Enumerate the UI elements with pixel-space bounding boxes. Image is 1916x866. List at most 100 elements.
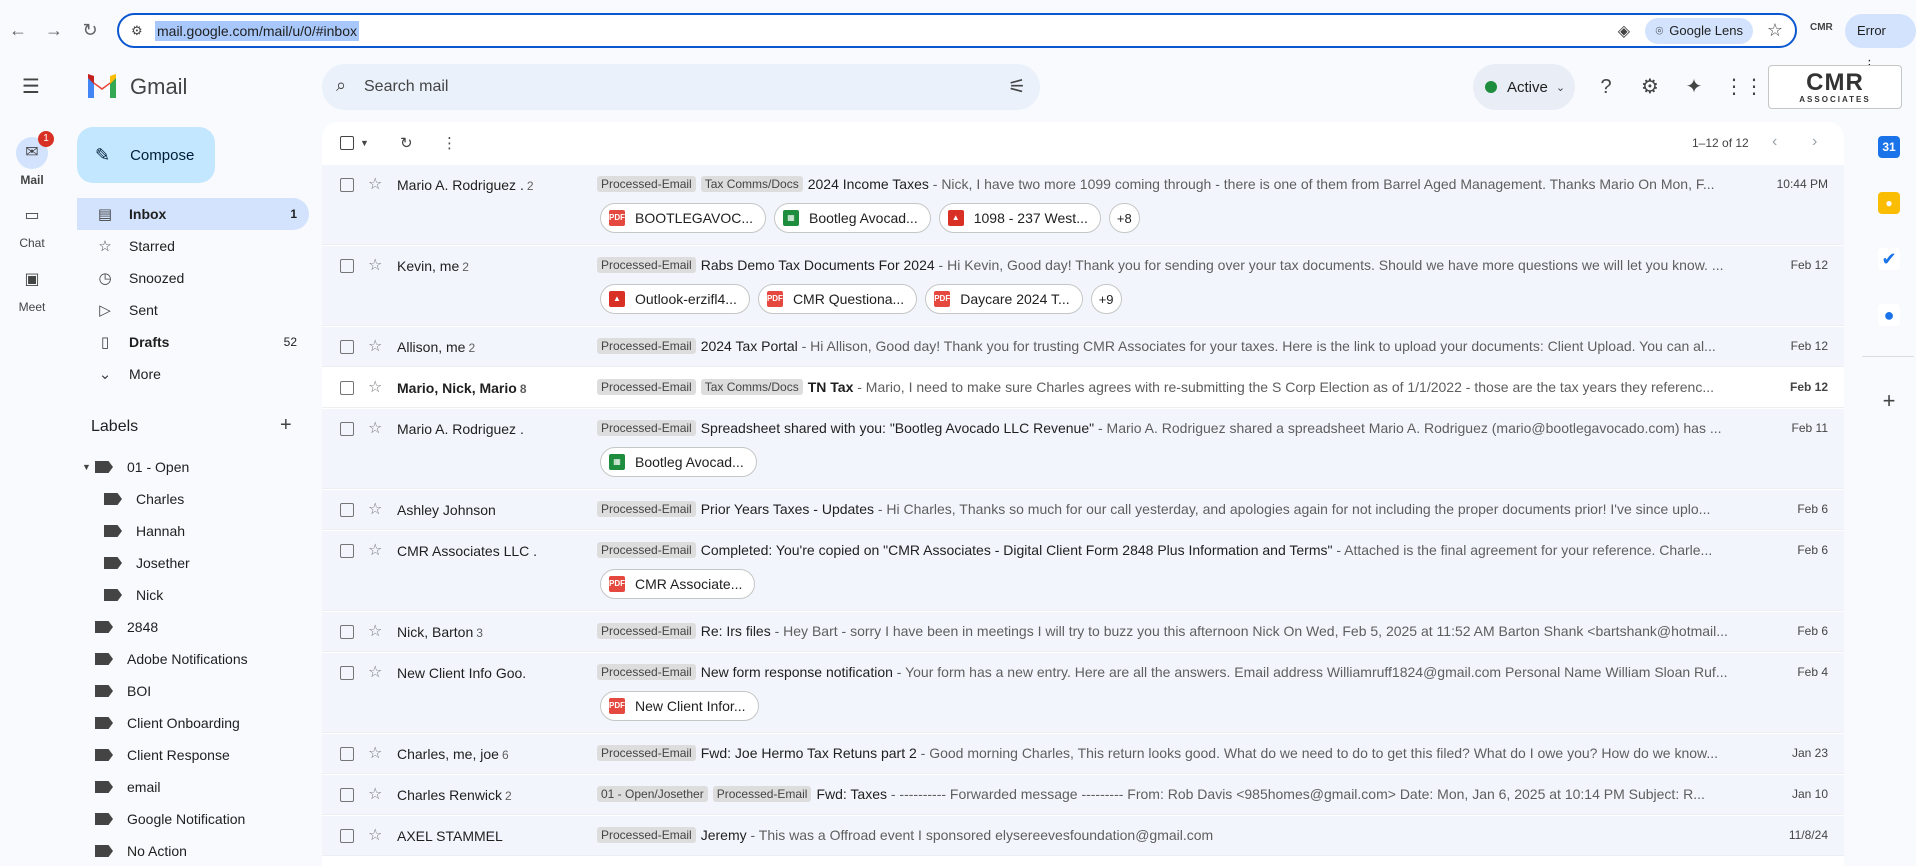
gemini-sparkle-icon[interactable]: ✦ [1681,74,1707,100]
attachment-chip[interactable]: ▲ Outlook-erzifl4... [600,284,750,314]
account-brand-logo[interactable]: CMR ASSOCIATES [1768,65,1902,109]
email-checkbox[interactable] [340,544,354,558]
compose-button[interactable]: ✎ Compose [77,127,215,183]
label-adobe-notifications[interactable]: Adobe Notifications [95,643,248,675]
attachment-chip[interactable]: PDF Daycare 2024 T... [925,284,1083,314]
email-label-badge[interactable]: Tax Comms/Docs [700,176,803,192]
older-page-icon[interactable]: › [1812,133,1817,151]
nav-drafts[interactable]: ▯ Drafts 52 [77,326,309,358]
profile-extension-logo[interactable]: CMR [1810,22,1833,33]
nav-sent[interactable]: ▷ Sent [77,294,309,326]
star-icon[interactable]: ☆ [368,377,382,397]
email-checkbox[interactable] [340,259,354,273]
email-summary[interactable]: Processed-Email Tax Comms/Docs 2024 Income… [597,176,1737,192]
search-options-icon[interactable]: ⚟ [1008,74,1026,99]
label-nick[interactable]: Nick [104,579,163,611]
label-no-action[interactable]: No Action [95,835,187,866]
address-bar[interactable]: ⚙ mail.google.com/mail/u/0/#inbox ◈ ⌾ Go… [117,13,1797,48]
more-actions-icon[interactable]: ⋮ [442,134,457,152]
nav-more[interactable]: ⌄ More [77,358,309,390]
email-checkbox[interactable] [340,178,354,192]
email-label-badge[interactable]: Processed-Email [597,501,696,517]
attachment-chip[interactable]: PDF CMR Questiona... [757,284,918,314]
refresh-icon[interactable]: ↻ [400,134,413,152]
attachment-chip[interactable]: PDF CMR Associate... [600,569,756,599]
email-label-badge[interactable]: Processed-Email [597,338,696,354]
label-email[interactable]: email [95,771,160,803]
label-client-onboarding[interactable]: Client Onboarding [95,707,240,739]
attachment-chip[interactable]: ▦ Bootleg Avocad... [774,203,931,233]
rail-chat[interactable]: ▭ Chat [8,200,56,250]
attachment-chip[interactable]: ▲ 1098 - 237 West... [938,203,1101,233]
email-summary[interactable]: 01 - Open/Josether Processed-Email Fwd: Ta… [597,786,1737,802]
eye-icon[interactable]: ◈ [1618,21,1630,41]
label-hannah[interactable]: Hannah [104,515,185,547]
email-label-badge[interactable]: Processed-Email [597,542,696,558]
newer-page-icon[interactable]: ‹ [1772,133,1777,151]
email-checkbox[interactable] [340,666,354,680]
rail-mail[interactable]: ✉ 1 Mail [8,131,56,187]
back-icon[interactable]: ← [6,18,30,42]
main-menu-icon[interactable]: ☰ [18,74,44,100]
google-lens-button[interactable]: ⌾ Google Lens [1645,18,1753,44]
label-charles[interactable]: Charles [104,483,184,515]
email-summary[interactable]: Processed-Email Prior Years Taxes - Updat… [597,501,1737,517]
select-all-checkbox[interactable] [340,136,354,150]
email-label-badge[interactable]: Processed-Email [597,664,696,680]
search-icon[interactable]: ⌕ [336,75,346,96]
email-label-badge[interactable]: Processed-Email [597,379,696,395]
select-menu-caret-icon[interactable]: ▼ [360,138,369,148]
contacts-icon[interactable]: ● [1878,304,1900,326]
email-row[interactable]: ☆ Mario A. Rodriguez . 2 Processed-Email Tax… [322,165,1844,245]
keep-icon[interactable]: ● [1878,192,1900,214]
email-checkbox[interactable] [340,422,354,436]
email-row[interactable]: ☆ Ashley Johnson Processed-Email Prior Year… [322,490,1844,530]
star-icon[interactable]: ☆ [368,621,382,641]
email-summary[interactable]: Processed-Email Rabs Demo Tax Documents F… [597,257,1737,273]
label-client-response[interactable]: Client Response [95,739,230,771]
attachment-chip[interactable]: PDF New Client Infor... [600,691,759,721]
url-text[interactable]: mail.google.com/mail/u/0/#inbox [155,21,359,41]
star-icon[interactable]: ☆ [368,825,382,845]
star-icon[interactable]: ☆ [368,540,382,560]
status-button[interactable]: Active ⌄ [1473,64,1575,110]
nav-snoozed[interactable]: ◷ Snoozed [77,262,309,294]
calendar-icon[interactable]: 31 [1878,136,1900,158]
star-icon[interactable]: ☆ [368,418,382,438]
bookmark-star-icon[interactable]: ☆ [1767,20,1783,41]
email-checkbox[interactable] [340,381,354,395]
email-summary[interactable]: Processed-Email New form response notific… [597,664,1737,680]
star-icon[interactable]: ☆ [368,784,382,804]
email-checkbox[interactable] [340,625,354,639]
email-row[interactable]: ☆ Kevin, me 2 Processed-Email Rabs Demo Tax … [322,246,1844,326]
star-icon[interactable]: ☆ [368,336,382,356]
email-summary[interactable]: Processed-Email Jeremy - This was a Offro… [597,827,1737,843]
email-label-badge[interactable]: Tax Comms/Docs [700,379,803,395]
star-icon[interactable]: ☆ [368,499,382,519]
error-button[interactable]: Error ⋮ [1845,14,1916,72]
more-attachments-chip[interactable]: +9 [1090,284,1122,314]
email-checkbox[interactable] [340,340,354,354]
email-label-badge[interactable]: Processed-Email [712,786,812,802]
email-row[interactable]: ☆ Mario A. Rodriguez . Processed-Email Spre… [322,409,1844,489]
email-row[interactable]: ☆ Charles Renwick 2 01 - Open/Josether Proce… [322,775,1844,815]
label-2848[interactable]: 2848 [95,611,158,643]
email-row[interactable]: ☆ Mario, Nick, Mario 8 Processed-Email Tax C… [322,368,1844,408]
email-label-badge[interactable]: Processed-Email [597,257,696,273]
email-checkbox[interactable] [340,503,354,517]
email-summary[interactable]: Processed-Email Completed: You're copied … [597,542,1737,558]
caret-down-icon[interactable]: ▼ [82,462,95,472]
label-josether[interactable]: Josether [104,547,190,579]
email-checkbox[interactable] [340,747,354,761]
app-name[interactable]: Gmail [130,74,187,100]
gmail-logo-icon[interactable] [86,72,118,103]
nav-inbox[interactable]: ▤ Inbox 1 [77,198,309,230]
email-checkbox[interactable] [340,788,354,802]
help-icon[interactable]: ? [1593,74,1619,100]
email-summary[interactable]: Processed-Email Fwd: Joe Hermo Tax Retuns… [597,745,1737,761]
apps-grid-icon[interactable]: ⋮⋮⋮ [1724,74,1784,100]
email-row[interactable]: ☆ AXEL STAMMEL Processed-Email Jeremy - Thi… [322,816,1844,856]
email-row[interactable]: ☆ Nick, Barton 3 Processed-Email Re: Irs fil… [322,612,1844,652]
search-bar[interactable]: ⌕ ⚟ [322,64,1040,110]
settings-gear-icon[interactable]: ⚙ [1637,74,1663,100]
